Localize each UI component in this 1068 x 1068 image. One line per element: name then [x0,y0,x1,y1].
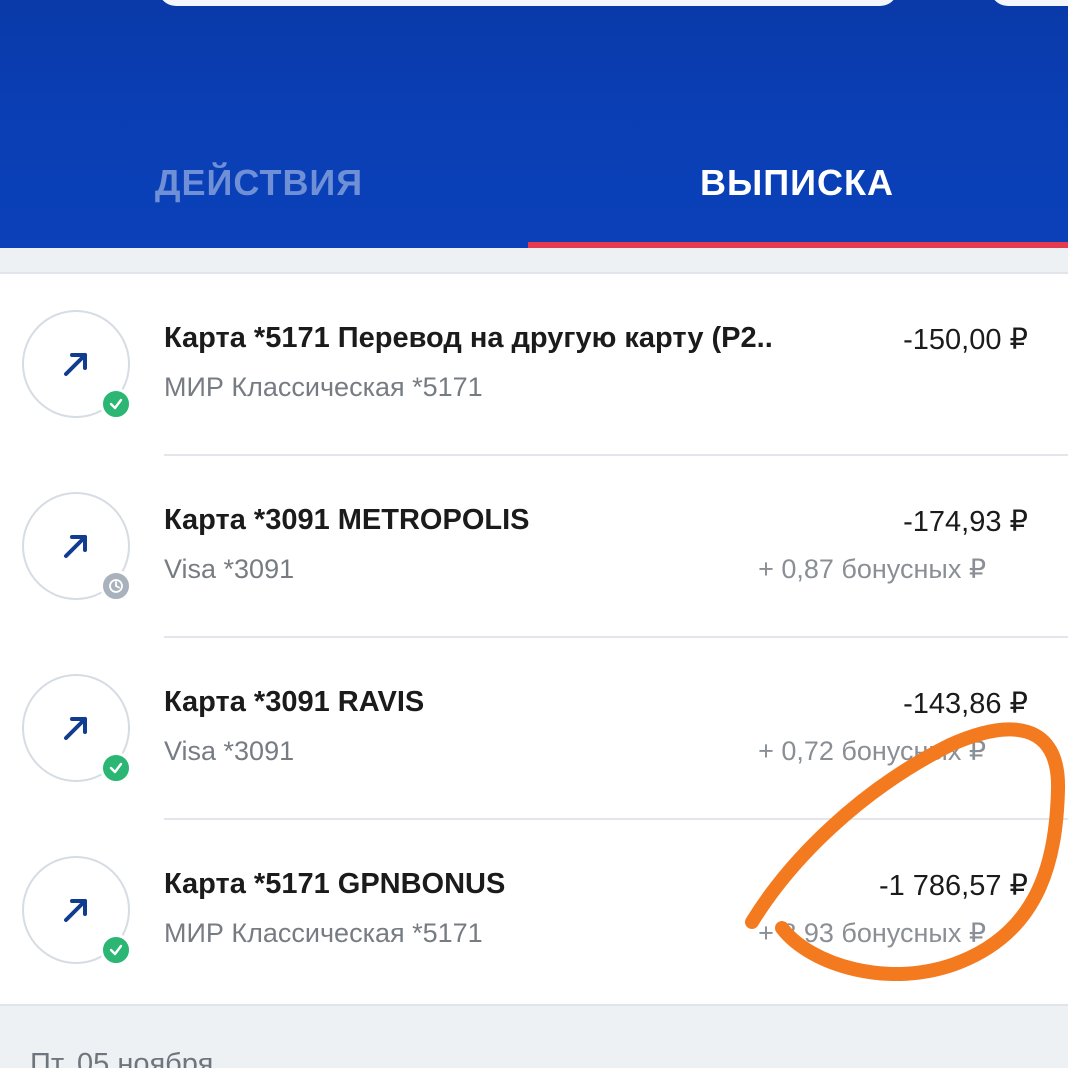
transaction-amount: -150,00 ₽ [903,324,1028,356]
transaction-amount: -1 786,57 ₽ [878,870,1028,902]
transaction-row[interactable]: Карта *5171 GPNBONUS МИР Классическая *5… [0,820,1068,1002]
transaction-card: МИР Классическая *5171 [164,918,483,948]
arrow-up-right-icon [64,717,87,740]
active-tab-indicator [528,242,1068,248]
check-circle-icon [100,752,132,784]
statement-screen: ДЕЙСТВИЯ ВЫПИСКА Карта *5171 Перевод на … [0,0,1068,1068]
transaction-title: Карта *5171 Перевод на другую карту (P2.… [164,322,773,354]
transaction-title: Карта *5171 GPNBONUS [164,868,506,900]
transaction-avatar [22,310,132,420]
tab-statement-label: ВЫПИСКА [700,162,894,203]
transaction-amount: -143,86 ₽ [903,688,1028,720]
tab-statement[interactable]: ВЫПИСКА [530,150,1064,248]
transaction-avatar [22,674,132,784]
check-circle-icon [100,934,132,966]
transaction-amount: -174,93 ₽ [903,506,1028,538]
transaction-card: Visa *3091 [164,554,295,584]
transaction-row[interactable]: Карта *3091 METROPOLIS Visa *3091 -174,9… [0,456,1068,638]
header-action-button[interactable] [990,0,1068,6]
date-section-header: Пт, 05 ноября [30,1048,214,1068]
arrow-up-right-icon [64,535,87,558]
transaction-row[interactable]: Карта *3091 RAVIS Visa *3091 -143,86 ₽ +… [0,638,1068,820]
search-bar[interactable] [158,0,898,6]
transaction-list: Карта *5171 Перевод на другую карту (P2.… [0,272,1068,1006]
clock-icon [100,570,132,602]
check-circle-icon [100,388,132,420]
transaction-bonus: + 0,87 бонусных ₽ [758,554,986,584]
transaction-title: Карта *3091 RAVIS [164,686,425,718]
transaction-bonus: + 0,72 бонусных ₽ [758,736,986,766]
app-header: ДЕЙСТВИЯ ВЫПИСКА [0,0,1068,248]
transaction-avatar [22,856,132,966]
transaction-avatar [22,492,132,602]
tab-actions-label: ДЕЙСТВИЯ [154,162,364,203]
transaction-title: Карта *3091 METROPOLIS [164,504,530,536]
arrow-up-right-icon [64,353,87,376]
arrow-up-right-icon [64,899,87,922]
transaction-row[interactable]: Карта *5171 Перевод на другую карту (P2.… [0,274,1068,456]
transaction-card: Visa *3091 [164,736,295,766]
transaction-bonus: + 8,93 бонусных ₽ [758,918,986,948]
tab-actions[interactable]: ДЕЙСТВИЯ [0,150,526,248]
transaction-card: МИР Классическая *5171 [164,372,483,402]
